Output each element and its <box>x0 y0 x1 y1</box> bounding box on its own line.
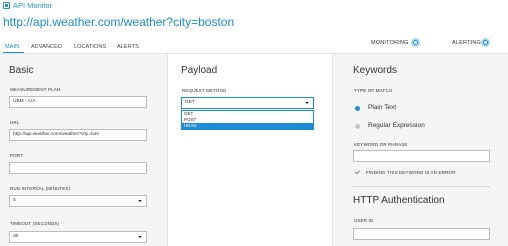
app-title: API Monitor <box>13 1 53 10</box>
regex-label: Regular Expression <box>368 122 425 129</box>
tab-main[interactable]: MAIN <box>5 43 19 51</box>
alerting-label: ALERTING <box>452 40 482 46</box>
regex-radio[interactable] <box>355 124 360 129</box>
basic-panel <box>0 54 167 246</box>
basic-heading: Basic <box>9 65 34 76</box>
monitoring-toggle-icon[interactable] <box>411 38 420 47</box>
option-head[interactable]: HEAD <box>182 123 313 129</box>
app-title-bar: API Monitor <box>0 0 508 12</box>
page-title: http://api.weather.com/weather?city=bost… <box>3 15 235 29</box>
keywords-heading: Keywords <box>353 65 397 76</box>
monitor-app-icon <box>3 2 10 9</box>
tab-alerts[interactable]: ALERTS <box>117 43 139 51</box>
type-of-match-label: TYPE OF MATCH <box>354 88 393 93</box>
measurement-plan-label: MEASUREMENT PLAN <box>10 87 61 92</box>
timeout-select[interactable]: 30 <box>9 231 147 243</box>
user-id-label: USER ID <box>354 218 374 223</box>
keyword-field[interactable] <box>353 150 490 162</box>
run-interval-select[interactable]: 5 <box>9 195 147 207</box>
request-method-label: REQUEST METHOD <box>182 88 227 93</box>
keyword-error-label: FINDING THIS KEYWORD IS AN ERROR <box>366 170 456 175</box>
url-label: URL <box>10 120 20 125</box>
http-auth-heading: HTTP Authentication <box>353 195 445 206</box>
column-divider <box>167 54 168 246</box>
alerting-toggle-icon[interactable] <box>481 38 490 47</box>
request-method-select[interactable]: GET <box>181 97 314 109</box>
measurement-plan-field[interactable]: UBM - A/A <box>9 96 147 108</box>
user-id-field[interactable] <box>353 228 490 240</box>
url-field[interactable]: http://api.weather.com/weather?city=bos <box>9 129 147 141</box>
section-divider <box>353 186 490 187</box>
tab-locations[interactable]: LOCATIONS <box>74 43 106 51</box>
monitoring-label: MONITORING <box>371 40 409 46</box>
plain-text-radio[interactable] <box>355 106 360 111</box>
port-label: PORT <box>10 153 24 158</box>
request-method-dropdown: GET POST HEAD <box>181 110 314 130</box>
keyword-label: KEYWORD OR PHRASE <box>354 142 408 147</box>
timeout-label: TIMEOUT (SECONDS) <box>10 221 60 226</box>
plain-text-label: Plain Text <box>368 104 397 111</box>
run-interval-label: RUN INTERVAL (MINUTES) <box>10 186 71 191</box>
port-field[interactable] <box>9 162 147 174</box>
tab-advanced[interactable]: ADVANCED <box>31 43 62 51</box>
payload-heading: Payload <box>181 65 218 76</box>
